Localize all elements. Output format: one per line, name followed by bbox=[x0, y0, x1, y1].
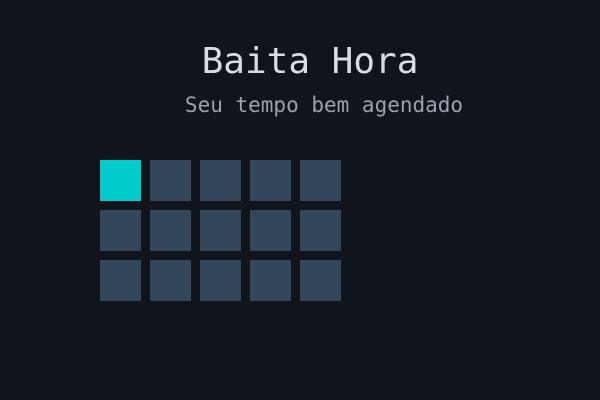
grid-tile[interactable] bbox=[250, 260, 291, 301]
grid-tile[interactable] bbox=[150, 210, 191, 251]
grid-tile[interactable] bbox=[300, 160, 341, 201]
app-subtitle: Seu tempo bem agendado bbox=[184, 93, 464, 117]
grid-tile[interactable] bbox=[100, 260, 141, 301]
grid-tile[interactable] bbox=[250, 210, 291, 251]
grid-tile[interactable] bbox=[250, 160, 291, 201]
grid-tile[interactable] bbox=[150, 260, 191, 301]
grid-tile[interactable] bbox=[150, 160, 191, 201]
grid-tile[interactable] bbox=[200, 160, 241, 201]
tile-grid bbox=[100, 160, 341, 301]
grid-tile[interactable] bbox=[100, 210, 141, 251]
grid-tile[interactable] bbox=[300, 210, 341, 251]
grid-tile[interactable] bbox=[200, 210, 241, 251]
grid-tile[interactable] bbox=[300, 260, 341, 301]
grid-tile-selected[interactable] bbox=[100, 160, 141, 201]
app-title: Baita Hora bbox=[201, 41, 419, 82]
grid-tile[interactable] bbox=[200, 260, 241, 301]
